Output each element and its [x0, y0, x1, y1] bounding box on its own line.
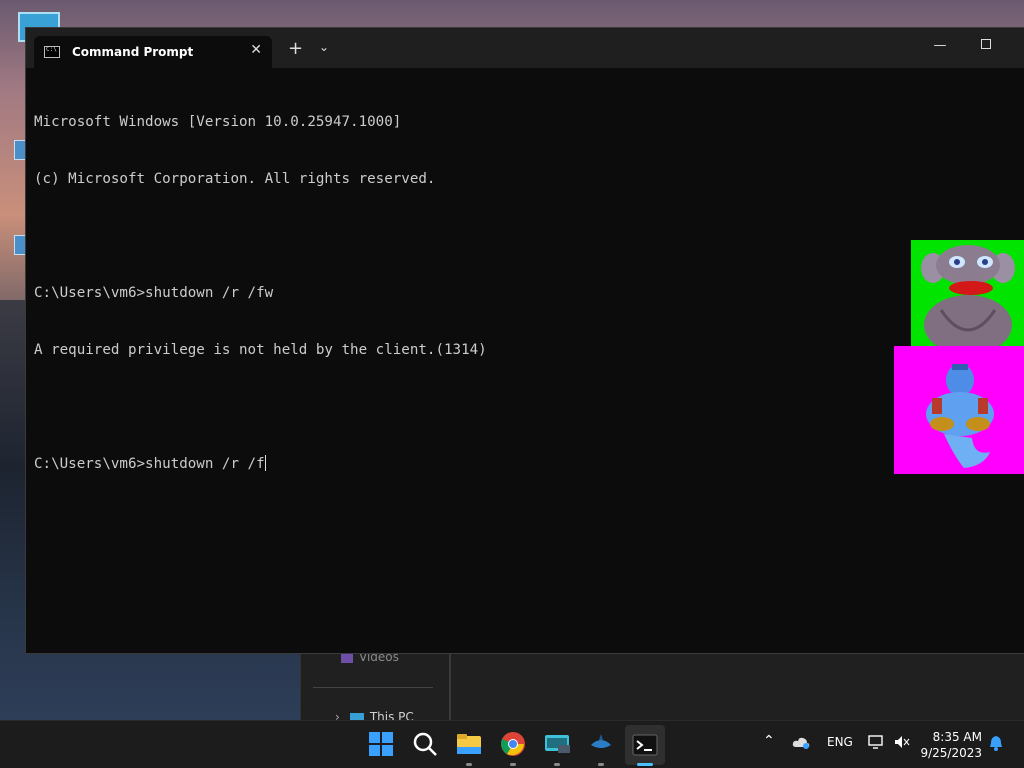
tab-command-prompt[interactable]: Command Prompt ✕	[34, 36, 272, 68]
onedrive-icon[interactable]	[792, 735, 810, 752]
minimize-button[interactable]: —	[920, 38, 960, 53]
running-indicator	[510, 763, 516, 766]
videos-folder-icon	[341, 652, 353, 663]
console-current-command: C:\Users\vm6>shutdown /r /f	[34, 456, 265, 472]
search-icon[interactable]	[412, 731, 440, 759]
keyboard-app-icon[interactable]	[544, 731, 572, 759]
console-line: C:\Users\vm6>shutdown /r /fw	[34, 285, 274, 301]
clock-time: 8:35 AM	[932, 730, 982, 744]
wireshark-icon[interactable]	[588, 731, 616, 759]
chevron-up-icon[interactable]: ⌃	[763, 733, 775, 749]
close-tab-icon[interactable]: ✕	[250, 42, 262, 58]
desktop-pet-genie-character[interactable]	[894, 346, 1024, 474]
running-indicator	[598, 763, 604, 766]
maximize-button[interactable]	[966, 38, 1006, 53]
new-tab-button[interactable]: +	[288, 40, 303, 58]
text-cursor	[264, 455, 266, 471]
clock[interactable]: 8:35 AM 9/25/2023	[918, 729, 982, 761]
blue-genie-image	[926, 364, 994, 468]
volume-muted-icon[interactable]	[894, 735, 910, 752]
taskbar: ⌃ ENG 8:35 AM 9/25/2023	[0, 720, 1024, 768]
running-indicator	[466, 763, 472, 766]
console-line: A required privilege is not held by the …	[34, 342, 487, 358]
active-indicator	[637, 763, 653, 766]
terminal-icon[interactable]	[625, 725, 665, 765]
file-explorer-icon[interactable]	[456, 731, 484, 759]
language-indicator[interactable]: ENG	[827, 735, 853, 749]
console-prompt-line[interactable]: C:\Users\vm6>shutdown /r /f	[34, 455, 1016, 474]
file-explorer-window-fragment: Videos › This PC	[300, 650, 1024, 724]
console-line: (c) Microsoft Corporation. All rights re…	[34, 171, 436, 187]
chevron-down-icon[interactable]: ⌄	[319, 40, 329, 54]
clock-date: 9/25/2023	[920, 746, 982, 760]
start-icon[interactable]	[368, 731, 396, 759]
tab-title: Command Prompt	[72, 45, 194, 59]
network-icon[interactable]	[868, 735, 884, 752]
command-prompt-icon	[44, 46, 60, 58]
maximize-icon	[981, 39, 991, 49]
terminal-window: Command Prompt ✕ + ⌄ — Microsoft Windows…	[25, 27, 1024, 654]
running-indicator	[554, 763, 560, 766]
console-line: Microsoft Windows [Version 10.0.25947.10…	[34, 114, 402, 130]
console-output[interactable]: Microsoft Windows [Version 10.0.25947.10…	[34, 75, 1016, 645]
notification-bell-icon[interactable]	[988, 735, 1004, 754]
chrome-icon[interactable]	[500, 731, 528, 759]
pane-divider[interactable]	[449, 650, 451, 720]
nav-separator	[313, 687, 433, 688]
title-bar[interactable]: Command Prompt ✕ + ⌄ —	[26, 28, 1024, 68]
